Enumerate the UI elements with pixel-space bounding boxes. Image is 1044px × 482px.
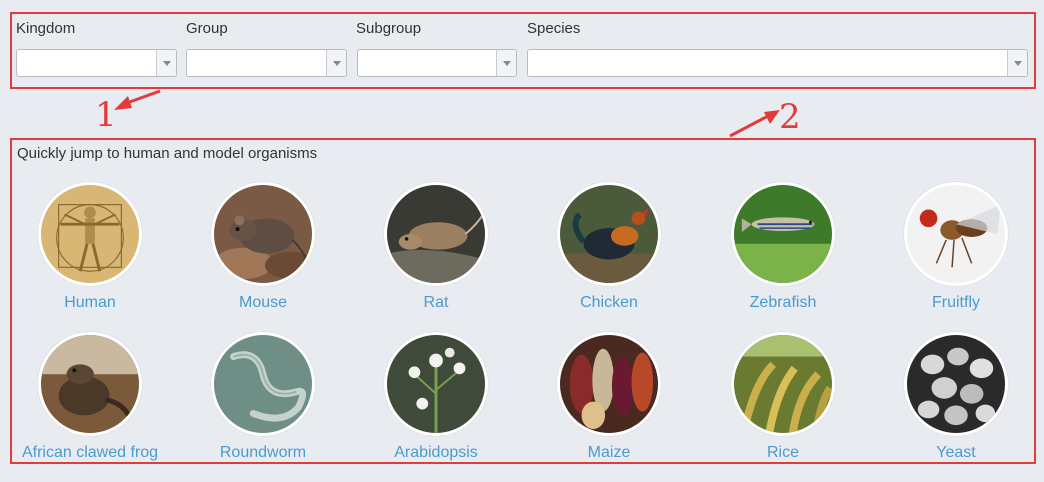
african-clawed-frog-image[interactable] <box>38 332 142 436</box>
organism-fruitfly[interactable]: Fruitfly <box>871 182 1041 312</box>
vitruvian-man-icon <box>41 185 139 283</box>
frog-icon <box>41 335 139 433</box>
organism-mouse[interactable]: Mouse <box>178 182 348 312</box>
organism-rat[interactable]: Rat <box>351 182 521 312</box>
organism-label-chicken[interactable]: Chicken <box>524 294 694 312</box>
arabidopsis-image[interactable] <box>384 332 488 436</box>
page: Kingdom Group Subgroup Species 1 2 Quick… <box>0 0 1044 482</box>
organism-label-african-clawed-frog[interactable]: African clawed frog <box>5 444 175 462</box>
organism-maize[interactable]: Maize <box>524 332 694 462</box>
chicken-image[interactable] <box>557 182 661 286</box>
organisms-heading: Quickly jump to human and model organism… <box>17 145 318 162</box>
rat-image[interactable] <box>384 182 488 286</box>
organism-label-maize[interactable]: Maize <box>524 444 694 462</box>
organism-label-roundworm[interactable]: Roundworm <box>178 444 348 462</box>
annotation-arrow-2-icon <box>729 110 780 138</box>
arabidopsis-icon <box>387 335 485 433</box>
model-organisms-panel: Quickly jump to human and model organism… <box>10 138 1036 464</box>
zebrafish-icon <box>734 185 832 283</box>
rat-icon <box>387 185 485 283</box>
organism-label-mouse[interactable]: Mouse <box>178 294 348 312</box>
fruitfly-icon <box>907 185 1005 283</box>
subgroup-select[interactable] <box>357 49 517 77</box>
organism-label-rice[interactable]: Rice <box>698 444 868 462</box>
organism-zebrafish[interactable]: Zebrafish <box>698 182 868 312</box>
kingdom-label: Kingdom <box>16 20 76 37</box>
organism-label-yeast[interactable]: Yeast <box>871 444 1041 462</box>
organism-label-arabidopsis[interactable]: Arabidopsis <box>351 444 521 462</box>
mouse-icon <box>214 185 312 283</box>
organism-label-fruitfly[interactable]: Fruitfly <box>871 294 1041 312</box>
annotation-number-2: 2 <box>779 97 801 137</box>
organism-chicken[interactable]: Chicken <box>524 182 694 312</box>
organism-roundworm[interactable]: Roundworm <box>178 332 348 462</box>
chevron-down-icon[interactable] <box>496 50 516 76</box>
chevron-down-icon[interactable] <box>1007 50 1027 76</box>
yeast-icon <box>907 335 1005 433</box>
maize-icon <box>560 335 658 433</box>
human-image[interactable] <box>38 182 142 286</box>
maize-image[interactable] <box>557 332 661 436</box>
taxonomy-filter-panel: Kingdom Group Subgroup Species <box>10 12 1036 89</box>
group-select[interactable] <box>186 49 347 77</box>
organism-yeast[interactable]: Yeast <box>871 332 1041 462</box>
species-select[interactable] <box>527 49 1028 77</box>
organism-label-rat[interactable]: Rat <box>351 294 521 312</box>
zebrafish-image[interactable] <box>731 182 835 286</box>
annotation-arrow-1-icon <box>114 89 161 110</box>
organism-african-clawed-frog[interactable]: African clawed frog <box>5 332 175 462</box>
roundworm-icon <box>214 335 312 433</box>
rice-image[interactable] <box>731 332 835 436</box>
organism-arabidopsis[interactable]: Arabidopsis <box>351 332 521 462</box>
mouse-image[interactable] <box>211 182 315 286</box>
roundworm-image[interactable] <box>211 332 315 436</box>
organism-rice[interactable]: Rice <box>698 332 868 462</box>
yeast-image[interactable] <box>904 332 1008 436</box>
kingdom-select[interactable] <box>16 49 177 77</box>
chevron-down-icon[interactable] <box>156 50 176 76</box>
rice-icon <box>734 335 832 433</box>
fruitfly-image[interactable] <box>904 182 1008 286</box>
organism-label-zebrafish[interactable]: Zebrafish <box>698 294 868 312</box>
annotation-number-1: 1 <box>95 95 117 135</box>
group-label: Group <box>186 20 228 37</box>
organism-human[interactable]: Human <box>5 182 175 312</box>
organism-label-human[interactable]: Human <box>5 294 175 312</box>
chevron-down-icon[interactable] <box>326 50 346 76</box>
species-label: Species <box>527 20 581 37</box>
chicken-icon <box>560 185 658 283</box>
subgroup-label: Subgroup <box>356 20 422 37</box>
